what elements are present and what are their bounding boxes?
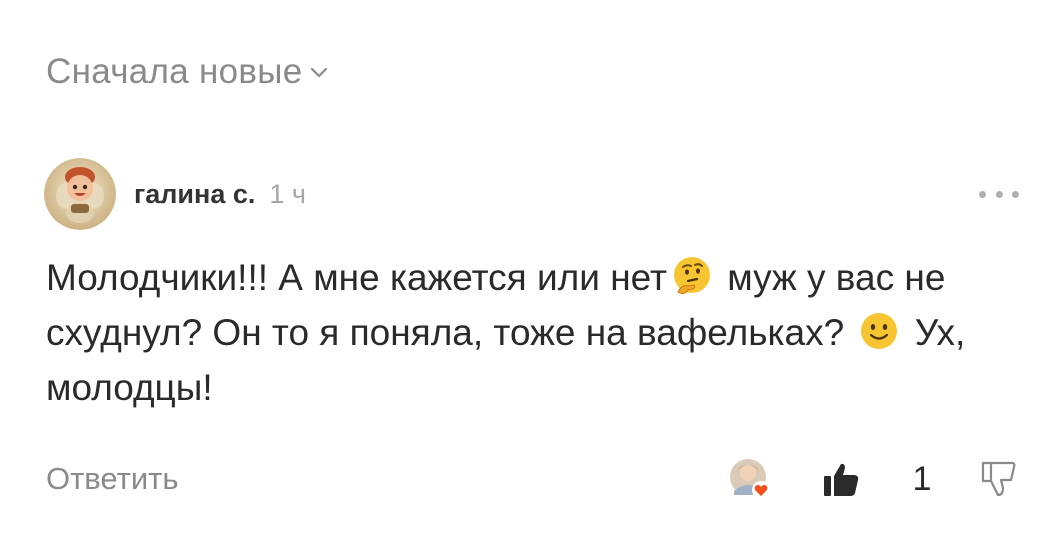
more-dot-icon [1012, 190, 1019, 198]
sort-label: Сначала новые [46, 52, 303, 91]
reactions-bar: 1 [728, 457, 1016, 501]
comment-text-part1: Молодчики!!! А мне кажется или нет [46, 257, 667, 298]
more-dot-icon [979, 190, 986, 198]
avatar[interactable] [44, 158, 116, 230]
comment-header: галина с. 1 ч [44, 158, 1019, 230]
chevron-down-icon [310, 67, 327, 78]
comment-actions: Ответить 1 [46, 454, 1016, 504]
comment-time: 1 ч [269, 178, 306, 209]
more-options-button[interactable] [979, 184, 1019, 204]
like-count: 1 [912, 459, 932, 498]
thumbs-down-icon[interactable] [980, 460, 1016, 498]
reactor-avatar[interactable] [728, 457, 772, 501]
sort-dropdown[interactable]: Сначала новые [46, 52, 329, 92]
thumbs-up-icon[interactable] [822, 460, 860, 498]
more-dot-icon [995, 190, 1003, 198]
comment-text: Молодчики!!! А мне кажется или нет муж у… [46, 250, 1006, 415]
slightly-smiling-face-icon [861, 313, 898, 349]
author-name[interactable]: галина с. [134, 179, 255, 210]
reply-button[interactable]: Ответить [46, 461, 179, 497]
thinking-face-icon [673, 257, 710, 295]
